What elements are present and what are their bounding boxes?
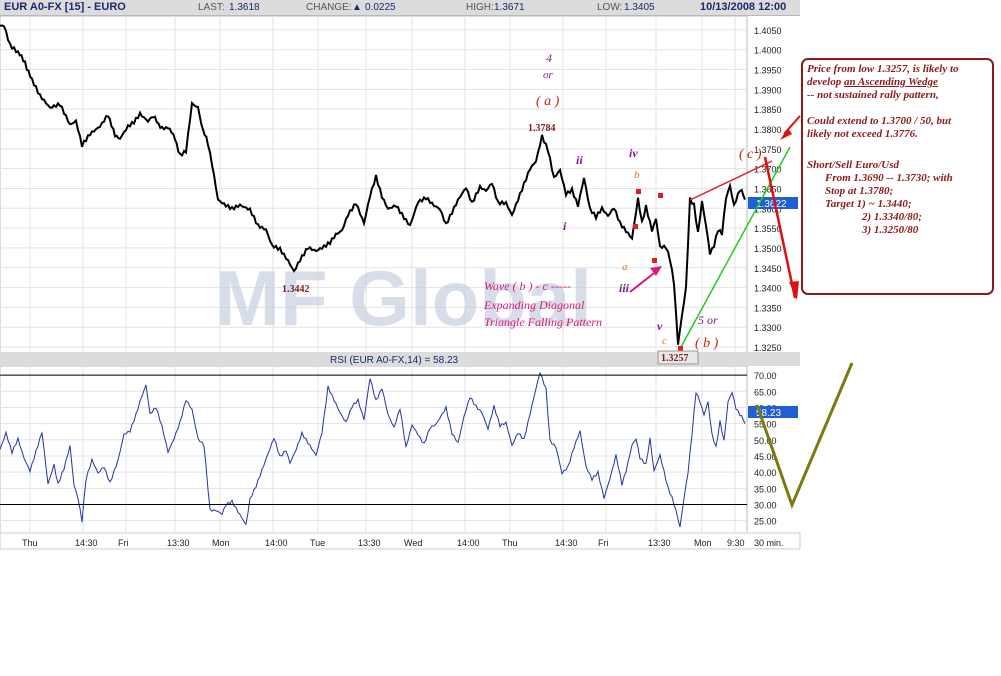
x-tick-label: 14:00 [457, 538, 480, 548]
rsi-y-tick-label: 25.00 [754, 517, 777, 527]
note-line: 2) 1.3340/80; [862, 211, 922, 223]
price-label-low1: 1.3442 [282, 284, 310, 295]
price-y-tick-label: 1.3800 [754, 125, 782, 135]
note-line: 3) 1.3250/80 [862, 224, 919, 236]
note-line: Stop at 1.3780; [825, 185, 894, 197]
symbol-title: EUR A0-FX [15] - EURO [4, 1, 126, 13]
quote-datetime: 10/13/2008 12:00 [700, 1, 787, 13]
x-tick-label: Mon [694, 538, 712, 548]
x-tick-label: Tue [310, 538, 325, 548]
x-tick-label: 14:30 [75, 538, 98, 548]
note-line: Target 1) ~ 1.3440; [825, 198, 912, 210]
note-line: Price from low 1.3257, is likely to [807, 63, 959, 75]
rsi-y-tick-label: 40.00 [754, 468, 777, 478]
price-y-tick-label: 1.3500 [754, 244, 782, 254]
note-highlight: an Ascending Wedge [843, 76, 938, 88]
wave-label-5or: 5 or [698, 313, 718, 327]
note-line: likely not exceed 1.3776. [807, 128, 918, 140]
rsi-y-tick-label: 30.00 [754, 501, 777, 511]
wave-label-b: ( b ) [695, 336, 719, 351]
last-label: LAST: [198, 2, 225, 13]
note-line: -- not sustained rally pattern, [807, 89, 939, 101]
x-tick-label: 14:00 [265, 538, 288, 548]
note-line: Short/Sell Euro/Usd [807, 159, 900, 171]
price-y-tick-label: 1.3950 [754, 66, 782, 76]
x-tick-label: Wed [404, 538, 422, 548]
note-line: Could extend to 1.3700 / 50, but [807, 115, 952, 127]
wave-label-iii: iii [619, 281, 630, 295]
note-pointer-arrowhead [780, 128, 792, 140]
x-tick-label: Fri [598, 538, 609, 548]
pivot-marker [633, 224, 638, 229]
x-tick-label: 30 min. [754, 538, 784, 548]
high-label: HIGH: [466, 2, 494, 13]
annotation-line-1: Wave ( b ) - c ----- [484, 279, 571, 293]
price-y-tick-label: 1.3250 [754, 343, 782, 353]
price-y-tick-label: 1.3350 [754, 303, 782, 313]
price-y-tick-label: 1.3300 [754, 323, 782, 333]
change-label: CHANGE: [306, 2, 352, 13]
x-tick-label: Fri [118, 538, 129, 548]
price-y-tick-label: 1.3900 [754, 85, 782, 95]
annotation-line-2: Expanding Diagonal [483, 298, 585, 312]
wave-label-c: ( c ) [739, 147, 762, 162]
last-value: 1.3618 [229, 2, 260, 13]
change-up-icon: ▲ [352, 2, 362, 13]
rsi-y-tick-label: 35.00 [754, 484, 777, 494]
x-tick-label: 13:30 [358, 538, 381, 548]
price-y-tick-label: 1.3650 [754, 184, 782, 194]
wave-label-iv: iv [629, 146, 638, 160]
price-y-tick-label: 1.3850 [754, 105, 782, 115]
x-tick-label: 13:30 [648, 538, 671, 548]
rsi-y-tick-label: 70.00 [754, 371, 777, 381]
price-y-axis: 1.40501.40001.39501.39001.38501.38001.37… [754, 26, 782, 353]
x-tick-label: Thu [502, 538, 518, 548]
rsi-y-tick-label: 65.00 [754, 387, 777, 397]
pivot-marker [658, 193, 663, 198]
rsi-y-tick-label: 50.00 [754, 436, 777, 446]
wave-label-v: v [657, 319, 663, 333]
change-value: 0.0225 [365, 2, 396, 13]
price-y-tick-label: 1.4000 [754, 46, 782, 56]
wave-label-4: 4 [546, 51, 552, 65]
quote-header: EUR A0-FX [15] - EURO LAST: 1.3618 CHANG… [0, 0, 800, 16]
price-y-tick-label: 1.3550 [754, 224, 782, 234]
price-y-tick-label: 1.3450 [754, 264, 782, 274]
price-y-tick-label: 1.4050 [754, 26, 782, 36]
pivot-marker [678, 346, 683, 351]
wave-label-b-small: b [634, 169, 640, 181]
annotation-line-3: Triangle Falling Pattern [484, 315, 602, 329]
wave-label-or: or [543, 69, 554, 81]
high-value: 1.3671 [494, 2, 525, 13]
wave-label-c-small: c [662, 335, 667, 347]
x-tick-label: 14:30 [555, 538, 578, 548]
low-value: 1.3405 [624, 2, 655, 13]
price-label-low2: 1.3257 [661, 353, 689, 364]
x-tick-label: 13:30 [167, 538, 190, 548]
pivot-marker [652, 258, 657, 263]
wave-label-ii: ii [576, 153, 583, 167]
wave-label-a: ( a ) [536, 94, 560, 109]
note-line: From 1.3690 -- 1.3730; with [825, 172, 953, 184]
x-tick-label: Mon [212, 538, 230, 548]
price-y-tick-label: 1.3400 [754, 284, 782, 294]
wave-label-a-small: a [622, 261, 628, 273]
analysis-note: Price from low 1.3257, is likely to deve… [801, 58, 994, 295]
x-tick-label: 9:30 [727, 538, 745, 548]
pivot-marker [636, 189, 641, 194]
rsi-title: RSI (EUR A0-FX,14) = 58.23 [330, 355, 459, 366]
note-line: develop an Ascending Wedge [807, 76, 988, 89]
note-text: develop [807, 76, 844, 88]
x-tick-label: Thu [22, 538, 38, 548]
price-label-high: 1.3784 [528, 123, 556, 134]
low-label: LOW: [597, 2, 623, 13]
